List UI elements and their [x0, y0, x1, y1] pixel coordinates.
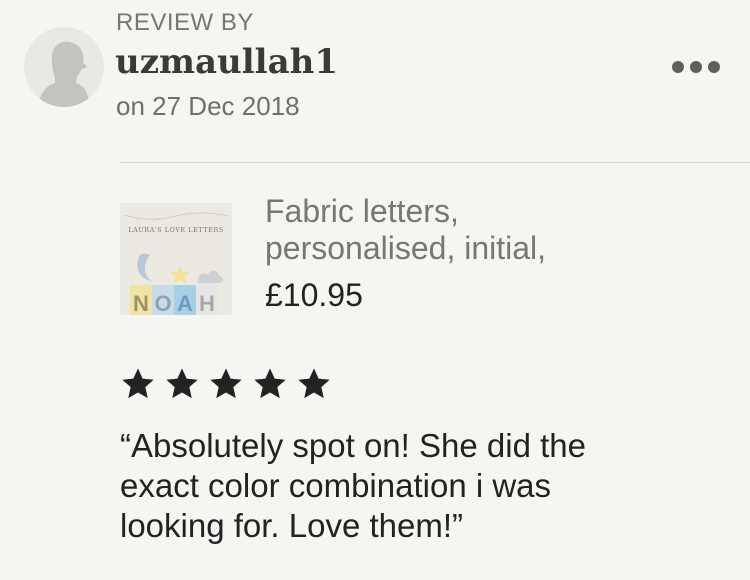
ellipsis-icon [672, 61, 684, 73]
thumbnail-letter: A [177, 291, 193, 315]
reviewer-username[interactable]: uzmaullah1 [115, 42, 338, 82]
star-filled-icon [210, 368, 242, 399]
star-filled-icon [254, 368, 286, 399]
review-text: “Absolutely spot on! She did the exact c… [120, 426, 730, 546]
listing-thumbnail[interactable]: LAURA'S LOVE LETTERS N O A H [120, 203, 232, 315]
thumbnail-letter: N [133, 291, 149, 315]
review-text-line: “Absolutely spot on! She did the [120, 427, 586, 464]
ellipsis-dot [708, 61, 720, 73]
listing-image: LAURA'S LOVE LETTERS N O A H [120, 203, 232, 315]
listing-title-line: Fabric letters, [265, 193, 459, 229]
avatar[interactable] [24, 27, 104, 107]
thumbnail-letter: O [154, 291, 171, 315]
default-user-silhouette-icon [24, 27, 104, 107]
divider [120, 162, 750, 163]
star-filled-icon [122, 368, 154, 399]
thumbnail-caption: LAURA'S LOVE LETTERS [128, 226, 223, 234]
star-filled-icon [298, 368, 330, 399]
ellipsis-dot [690, 61, 702, 73]
review-text-line: looking for. Love them!” [120, 507, 464, 544]
listing-title-link[interactable]: Fabric letters, personalised, initial, [265, 193, 735, 267]
listing-title-line: personalised, initial, [265, 230, 547, 266]
more-options-button[interactable] [664, 50, 728, 84]
listing-price: £10.95 [265, 277, 363, 313]
review-date: on 27 Dec 2018 [116, 91, 300, 121]
thumbnail-letter: H [199, 291, 215, 315]
review-by-label: REVIEW BY [116, 9, 254, 36]
star-filled-icon [166, 368, 198, 399]
review-text-line: exact color combination i was [120, 467, 552, 504]
